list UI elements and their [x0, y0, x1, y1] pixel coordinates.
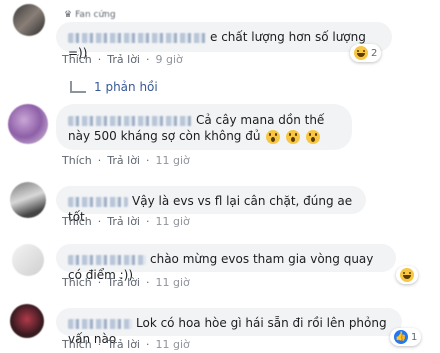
like-link[interactable]: Thích: [62, 53, 92, 66]
like-link[interactable]: Thích: [62, 276, 92, 289]
like-icon: 👍: [394, 330, 408, 344]
wow-icon: [305, 129, 320, 145]
comment-bubble: e chất lượng hơn số lượng =)): [56, 22, 392, 60]
timestamp[interactable]: 11 giờ: [156, 338, 190, 351]
reply-link[interactable]: Trả lời: [107, 276, 140, 289]
wow-icon: [266, 129, 281, 145]
reaction-count[interactable]: [396, 266, 418, 284]
commenter-avatar[interactable]: [12, 244, 44, 276]
fan-badge: ♛ Fan cứng: [64, 10, 116, 20]
timestamp[interactable]: 11 giờ: [156, 154, 190, 167]
view-replies-link[interactable]: 1 phản hồi: [70, 80, 158, 94]
commenter-avatar[interactable]: [13, 4, 45, 36]
timestamp[interactable]: 11 giờ: [156, 276, 190, 289]
comment-bubble: Vậy là evs vs fl lại cân chặt, đúng ae t…: [56, 186, 366, 224]
reply-link[interactable]: Trả lời: [107, 215, 140, 228]
comment-actions: Thích · Trả lời · 11 giờ: [62, 215, 190, 228]
reply-link[interactable]: Trả lời: [107, 154, 140, 167]
commenter-avatar[interactable]: [10, 304, 44, 338]
commenter-name[interactable]: [68, 196, 128, 207]
timestamp[interactable]: 9 giờ: [156, 53, 183, 66]
haha-icon: [400, 268, 414, 282]
reply-link[interactable]: Trả lời: [107, 53, 140, 66]
reaction-count[interactable]: 👍 1: [390, 328, 422, 346]
reply-link[interactable]: Trả lời: [107, 338, 140, 351]
comment-bubble: chào mừng evos tham gia vòng quay có điể…: [56, 244, 396, 282]
comment-actions: Thích · Trả lời · 11 giờ: [62, 154, 190, 167]
comment-actions: Thích · Trả lời · 11 giờ: [62, 338, 190, 351]
reply-arrow-icon: [70, 81, 86, 93]
like-link[interactable]: Thích: [62, 338, 92, 351]
commenter-name[interactable]: [68, 32, 206, 43]
wow-icon: [286, 129, 301, 145]
commenter-name[interactable]: [68, 318, 132, 329]
fan-badge-icon: ♛: [64, 10, 73, 20]
commenter-name[interactable]: [68, 254, 146, 265]
comment-actions: Thích · Trả lời · 11 giờ: [62, 276, 190, 289]
like-link[interactable]: Thích: [62, 154, 92, 167]
commenter-avatar[interactable]: [8, 104, 48, 144]
commenter-name[interactable]: [68, 115, 192, 126]
haha-icon: [354, 46, 368, 60]
comment-actions: Thích · Trả lời · 9 giờ: [62, 53, 183, 66]
like-link[interactable]: Thích: [62, 215, 92, 228]
comment-bubble: Cả cây mana dồn thế này 500 kháng sợ còn…: [56, 104, 352, 150]
timestamp[interactable]: 11 giờ: [156, 215, 190, 228]
comment-bubble: Lok có hoa hòe gì hái sẵn đi rồi lên phỏ…: [56, 308, 402, 346]
reaction-count[interactable]: 2: [350, 44, 382, 62]
commenter-avatar[interactable]: [10, 182, 46, 218]
